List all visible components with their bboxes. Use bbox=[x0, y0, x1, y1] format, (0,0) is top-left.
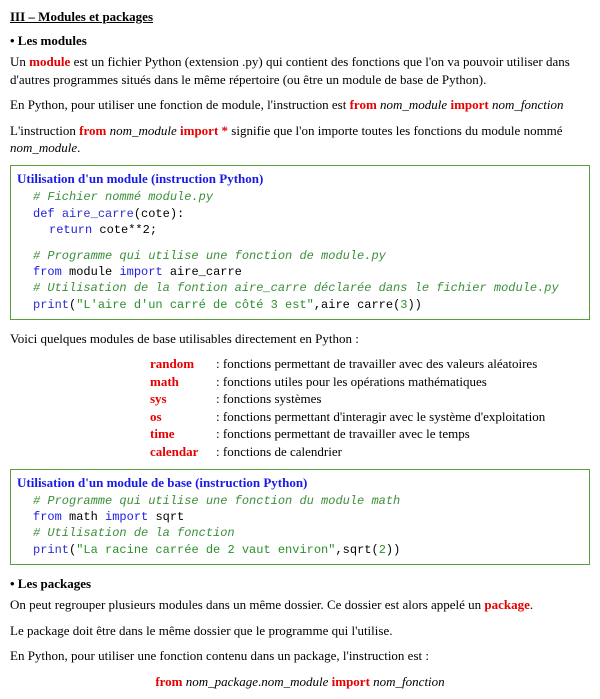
package-import-syntax: from nom_package.nom_module import nom_f… bbox=[10, 673, 590, 691]
arg-nom-module: nom_module bbox=[10, 140, 77, 155]
code-line: print("L'aire d'un carré de côté 3 est",… bbox=[17, 297, 583, 313]
arg-nom-fonction: nom_fonction bbox=[370, 674, 445, 689]
code-line: from module import aire_carre bbox=[17, 264, 583, 280]
keyword-package: package bbox=[484, 597, 530, 612]
kw-import: import bbox=[332, 674, 370, 689]
code-string: "La racine carrée de 2 vaut environ" bbox=[76, 543, 335, 557]
kw-def: def bbox=[33, 207, 62, 221]
code-text: math bbox=[69, 510, 105, 524]
code-text: aire_carre bbox=[170, 265, 242, 279]
table-row: calendar: fonctions de calendrier bbox=[10, 443, 590, 461]
code-text: sqrt bbox=[155, 510, 184, 524]
kw-import: import bbox=[105, 510, 155, 524]
kw-from: from bbox=[79, 123, 106, 138]
module-desc: : fonctions permettant d'interagir avec … bbox=[210, 408, 545, 426]
module-desc: : fonctions systèmes bbox=[210, 390, 321, 408]
table-row: sys: fonctions systèmes bbox=[10, 390, 590, 408]
fn-print: print bbox=[33, 298, 69, 312]
paragraph-package-folder: Le package doit être dans le même dossie… bbox=[10, 622, 590, 640]
arg-nom-fonction: nom_fonction bbox=[489, 97, 564, 112]
paragraph-import-star: L'instruction from nom_module import * s… bbox=[10, 122, 590, 157]
module-desc: : fonctions permettant de travailler ave… bbox=[210, 425, 470, 443]
table-row: random: fonctions permettant de travaill… bbox=[10, 355, 590, 373]
code-text: )) bbox=[386, 543, 400, 557]
subhead-modules: • Les modules bbox=[10, 32, 590, 50]
fn-name: aire_carre bbox=[62, 207, 134, 221]
subhead-packages: • Les packages bbox=[10, 575, 590, 593]
code-string: "L'aire d'un carré de côté 3 est" bbox=[76, 298, 314, 312]
text: Un bbox=[10, 54, 29, 69]
code-box-title: Utilisation d'un module de base (instruc… bbox=[17, 474, 583, 492]
code-line: print("La racine carrée de 2 vaut enviro… bbox=[17, 542, 583, 558]
section-title: III – Modules et packages bbox=[10, 8, 590, 26]
module-name: random bbox=[10, 355, 210, 373]
arg-nom-module: nom_module bbox=[261, 674, 331, 689]
code-box-title: Utilisation d'un module (instruction Pyt… bbox=[17, 170, 583, 188]
fn-print: print bbox=[33, 543, 69, 557]
keyword-module: module bbox=[29, 54, 70, 69]
module-desc: : fonctions permettant de travailler ave… bbox=[210, 355, 537, 373]
module-desc: : fonctions de calendrier bbox=[210, 443, 342, 461]
paragraph-module-def: Un module est un fichier Python (extensi… bbox=[10, 53, 590, 88]
spacer bbox=[17, 238, 583, 248]
kw-from: from bbox=[33, 265, 69, 279]
table-row: math: fonctions utiles pour les opératio… bbox=[10, 373, 590, 391]
paragraph-package-def: On peut regrouper plusieurs modules dans… bbox=[10, 596, 590, 614]
code-line: return cote**2; bbox=[17, 222, 583, 238]
module-name: calendar bbox=[10, 443, 210, 461]
kw-import: import bbox=[180, 123, 218, 138]
kw-import: import bbox=[450, 97, 488, 112]
code-comment: # Utilisation de la fonction bbox=[17, 525, 583, 541]
code-comment: # Programme qui utilise une fonction du … bbox=[17, 493, 583, 509]
arg-nom-module: nom_module bbox=[106, 123, 180, 138]
code-text: (cote): bbox=[134, 207, 184, 221]
text: . bbox=[530, 597, 533, 612]
kw-from: from bbox=[155, 674, 182, 689]
paragraph-package-instruction: En Python, pour utiliser une fonction co… bbox=[10, 647, 590, 665]
text: En Python, pour utiliser une fonction de… bbox=[10, 97, 350, 112]
text: On peut regrouper plusieurs modules dans… bbox=[10, 597, 484, 612]
code-line: from math import sqrt bbox=[17, 509, 583, 525]
code-text: ,sqrt( bbox=[335, 543, 378, 557]
module-name: math bbox=[10, 373, 210, 391]
code-box-module-usage: Utilisation d'un module (instruction Pyt… bbox=[10, 165, 590, 320]
module-table: random: fonctions permettant de travaill… bbox=[10, 355, 590, 460]
kw-import: import bbox=[119, 265, 169, 279]
code-comment: # Programme qui utilise une fonction de … bbox=[17, 248, 583, 264]
code-comment: # Fichier nommé module.py bbox=[17, 189, 583, 205]
arg-nom-module: nom_module bbox=[377, 97, 451, 112]
code-line: def aire_carre(cote): bbox=[17, 206, 583, 222]
code-text: cote**2; bbox=[99, 223, 157, 237]
text: L'instruction bbox=[10, 123, 79, 138]
code-comment: # Utilisation de la fontion aire_carre d… bbox=[17, 280, 583, 296]
code-text: )) bbox=[407, 298, 421, 312]
module-desc: : fonctions utiles pour les opérations m… bbox=[210, 373, 487, 391]
table-row: time: fonctions permettant de travailler… bbox=[10, 425, 590, 443]
text: signifie que l'on importe toutes les fon… bbox=[228, 123, 563, 138]
kw-star: * bbox=[218, 123, 228, 138]
code-text: module bbox=[69, 265, 119, 279]
arg-nom-package: nom_package bbox=[183, 674, 258, 689]
paragraph-import-syntax: En Python, pour utiliser une fonction de… bbox=[10, 96, 590, 114]
module-name: sys bbox=[10, 390, 210, 408]
module-name: time bbox=[10, 425, 210, 443]
kw-return: return bbox=[49, 223, 99, 237]
code-number: 2 bbox=[379, 543, 386, 557]
paragraph-base-modules: Voici quelques modules de base utilisabl… bbox=[10, 330, 590, 348]
code-box-base-module: Utilisation d'un module de base (instruc… bbox=[10, 469, 590, 565]
kw-from: from bbox=[33, 510, 69, 524]
kw-from: from bbox=[350, 97, 377, 112]
text: . bbox=[77, 140, 80, 155]
text: est un fichier Python (extension .py) qu… bbox=[10, 54, 570, 87]
table-row: os: fonctions permettant d'interagir ave… bbox=[10, 408, 590, 426]
module-name: os bbox=[10, 408, 210, 426]
code-text: ,aire carre( bbox=[314, 298, 400, 312]
